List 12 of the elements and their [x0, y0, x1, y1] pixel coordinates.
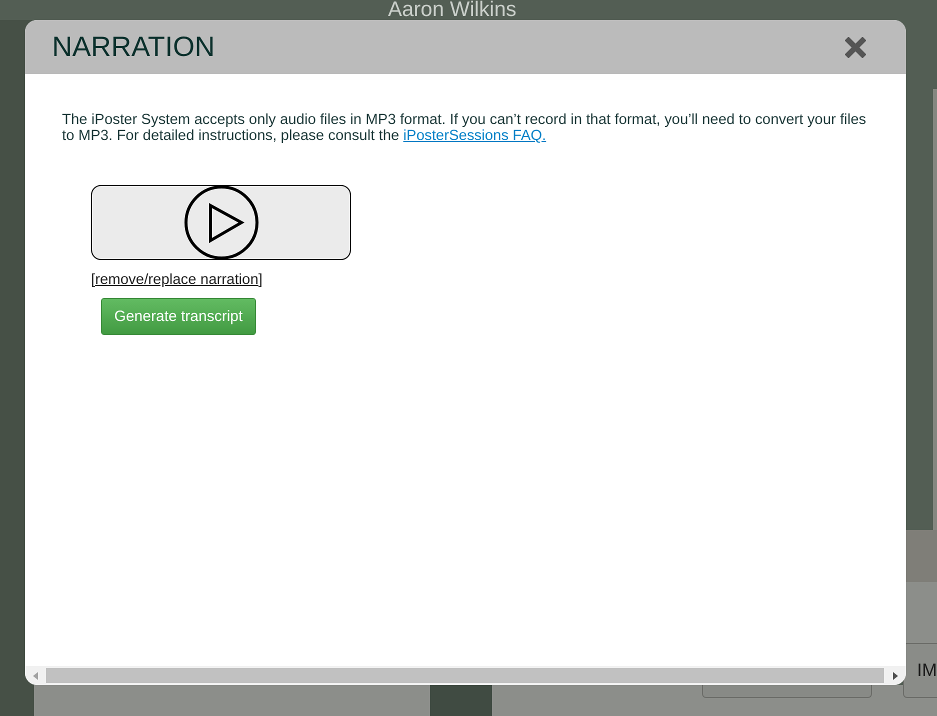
- generate-transcript-button[interactable]: Generate transcript: [101, 298, 256, 335]
- side-button[interactable]: IM: [903, 643, 937, 698]
- bottom-divider-block: [430, 685, 492, 716]
- scroll-right-icon[interactable]: [892, 672, 898, 680]
- intro-text: The iPoster System accepts only audio files in MP3 format. If you can’t record in that format, you’ll need to convert your files to MP3. For detailed instructions, please consult the iPosterSessions FAQ.: [62, 112, 868, 144]
- play-icon[interactable]: [184, 185, 258, 260]
- scrollbar-thumb[interactable]: [46, 668, 884, 683]
- remove-narration-link[interactable]: [remove/replace narration]: [91, 271, 262, 289]
- dialog-title: NARRATION: [52, 31, 215, 63]
- faq-link[interactable]: iPosterSessions FAQ.: [403, 128, 546, 144]
- close-icon[interactable]: [845, 36, 866, 58]
- page-heading: Aaron Wilkins: [388, 0, 516, 19]
